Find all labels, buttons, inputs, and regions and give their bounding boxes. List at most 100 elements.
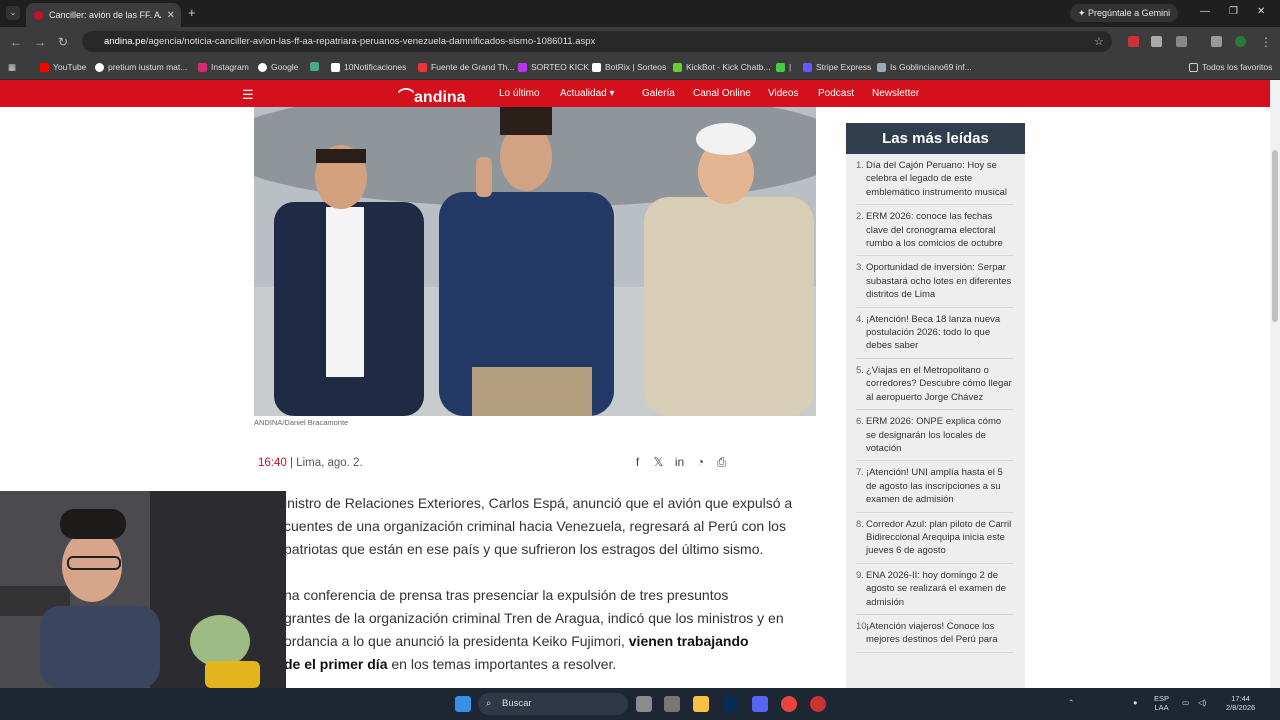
flipboard-icon xyxy=(418,62,427,72)
address-bar-row: ← → ↻ andina.pe/agencia/noticia-cancille… xyxy=(0,27,1280,56)
most-read-item[interactable]: 10. ¡Atención viajeros! Conoce los mejore… xyxy=(856,615,1013,653)
profile-avatar-icon[interactable] xyxy=(1235,36,1246,47)
back-icon[interactable]: ← xyxy=(10,35,22,49)
most-read-item[interactable]: 2. ERM 2026: conoce las fechas clave del … xyxy=(856,205,1013,257)
item-number: 2. xyxy=(856,211,864,223)
bookmark-pretium[interactable]: pretium iustum mat... xyxy=(95,62,187,72)
discord-icon[interactable] xyxy=(752,696,768,712)
paragraph-text: ordancia a lo que anunció la presidenta … xyxy=(284,633,625,649)
hamburger-menu-icon[interactable]: ☰ xyxy=(242,87,254,103)
extensions-puzzle-icon[interactable] xyxy=(1176,36,1187,47)
tab-search-icon[interactable]: ⌄ xyxy=(6,6,20,20)
nav-videos[interactable]: Videos xyxy=(768,88,798,99)
most-read-item[interactable]: 8. Corredor Azul: plan piloto de Carril B… xyxy=(856,513,1013,564)
task-view-icon[interactable] xyxy=(636,696,652,712)
bookmark-botrix[interactable]: BotRix | Sorteos xyxy=(592,62,666,72)
app-icon[interactable] xyxy=(810,696,826,712)
linkedin-icon[interactable]: in xyxy=(672,455,687,470)
bookmark-google[interactable]: Google xyxy=(258,62,298,72)
clock[interactable]: 17:44 2/8/2026 xyxy=(1226,694,1255,712)
network-icon[interactable]: ▭ xyxy=(1182,698,1189,707)
nav-podcast[interactable]: Podcast xyxy=(818,88,854,99)
bookmark-notificaciones[interactable]: 10Notificaciones xyxy=(331,62,406,72)
bookmark-youtube[interactable]: YouTube xyxy=(40,62,86,72)
taskbar-search[interactable]: ⌕ Buscar xyxy=(478,693,628,715)
item-link[interactable]: ¡Atención viajeros! Conoce los mejores d… xyxy=(866,621,998,645)
browser-tab[interactable]: Canciller: avión de las FF. AA. re ✕ xyxy=(26,3,181,27)
page-scrollbar[interactable] xyxy=(1270,80,1280,688)
minimize-icon[interactable]: — xyxy=(1200,6,1210,17)
menu-dots-icon[interactable]: ⋮ xyxy=(1260,35,1272,49)
item-link[interactable]: ERM 2026: conoce las fechas clave del cr… xyxy=(866,211,1003,249)
bookmark-instagram[interactable]: Instagram xyxy=(198,62,249,72)
item-link[interactable]: Corredor Azul: plan piloto de Carril Bid… xyxy=(866,519,1011,557)
item-link[interactable]: ERM 2026: ONPE explica cómo se designará… xyxy=(866,416,1001,454)
reload-icon[interactable]: ↻ xyxy=(58,35,68,49)
print-icon[interactable]: ⎙ xyxy=(714,455,729,470)
all-bookmarks-folder[interactable]: Todos los favoritos xyxy=(1189,62,1272,72)
facebook-icon[interactable]: f xyxy=(630,455,645,470)
tray-chevron-icon[interactable]: ⌃ xyxy=(1068,698,1074,707)
nav-canal-online[interactable]: Canal Online xyxy=(693,88,751,99)
photoshop-icon[interactable] xyxy=(722,696,738,712)
article-photo xyxy=(254,107,816,416)
most-read-item[interactable]: 4. ¡Atención! Beca 18 lanza nueva postula… xyxy=(856,308,1013,359)
tab-strip: ⌄ Canciller: avión de las FF. AA. re ✕ +… xyxy=(0,0,1280,27)
item-link[interactable]: Oportunidad de inversión: Serpar subasta… xyxy=(866,262,1011,300)
forward-icon[interactable]: → xyxy=(34,35,46,49)
bookmark-extension[interactable] xyxy=(310,62,323,71)
apps-grid-icon[interactable]: ▦ xyxy=(8,62,16,73)
item-link[interactable]: ¡Atención! Beca 18 lanza nueva postulaci… xyxy=(866,314,1000,352)
app-icon[interactable] xyxy=(664,696,680,712)
volume-icon[interactable]: ◁) xyxy=(1198,698,1206,707)
most-read-item[interactable]: 1. Día del Cajón Peruano: Hoy se celebra … xyxy=(856,154,1013,206)
nav-galeria[interactable]: Galería xyxy=(642,88,675,99)
most-read-item[interactable]: 9. ENA 2026-II: hoy domingo 2 de agosto s… xyxy=(856,564,1013,615)
scrollbar-thumb[interactable] xyxy=(1272,150,1278,322)
language-indicator[interactable]: ESP LAA xyxy=(1154,694,1169,712)
file-explorer-icon[interactable] xyxy=(693,696,709,712)
article-location-date: | Lima, ago. 2. xyxy=(289,457,363,469)
microphone-icon[interactable]: ● xyxy=(1133,698,1138,707)
bookmark-kickbot[interactable]: KickBot - Kick Chatb... xyxy=(673,62,771,72)
url-field[interactable]: andina.pe/agencia/noticia-canciller-avio… xyxy=(82,31,1112,52)
bookmark-extra[interactable]: | xyxy=(776,62,791,72)
most-read-item[interactable]: 6. ERM 2026: ONPE explica cómo se designa… xyxy=(856,410,1013,462)
close-tab-icon[interactable]: ✕ xyxy=(167,10,175,21)
new-tab-icon[interactable]: + xyxy=(188,5,196,20)
site-navbar: ☰ ⌒andina Lo último Actualidad ▾ Galería… xyxy=(0,80,1270,107)
bookmark-sorteo-kick[interactable]: SORTEO KICK xyxy=(518,62,589,72)
andina-logo[interactable]: ⌒andina xyxy=(398,83,466,107)
item-link[interactable]: Día del Cajón Peruano: Hoy se celebra el… xyxy=(866,160,1007,198)
nav-newsletter[interactable]: Newsletter xyxy=(872,88,919,99)
restore-icon[interactable]: ❐ xyxy=(1229,6,1238,17)
extension-icon[interactable] xyxy=(1151,36,1162,47)
bookmark-stripe[interactable]: Stripe Express xyxy=(803,62,871,72)
bookmark-star-icon[interactable]: ☆ xyxy=(1094,35,1104,48)
chrome-icon[interactable] xyxy=(781,696,797,712)
item-link[interactable]: ¿Viajas en el Metropolitano o corredores… xyxy=(866,365,1012,403)
most-read-item[interactable]: 7. ¡Atención! UNI amplía hasta el 5 de ag… xyxy=(856,461,1013,513)
windows-start-icon[interactable] xyxy=(455,696,471,712)
windows-taskbar: ⌕ Buscar ⌃ ● ESP LAA ▭ ◁) 17:44 2/8/2026 xyxy=(0,688,1280,720)
clock-date: 2/8/2026 xyxy=(1226,703,1256,712)
bookmark-grand-theft[interactable]: Fuente de Grand Th... xyxy=(418,62,514,72)
nav-lo-ultimo[interactable]: Lo último xyxy=(499,88,540,99)
bookmark-goblinciano[interactable]: Is Goblinciano69 inf... xyxy=(877,62,972,72)
item-number: 10. xyxy=(856,620,870,632)
close-window-icon[interactable]: ✕ xyxy=(1257,6,1265,17)
gemini-label: Pregúntale a Gemini xyxy=(1088,8,1171,18)
nav-actualidad[interactable]: Actualidad ▾ xyxy=(560,88,615,99)
x-share-icon[interactable]: 𝕏 xyxy=(651,455,666,470)
item-link[interactable]: ¡Atención! UNI amplía hasta el 5 de agos… xyxy=(866,467,1003,505)
caret-down-icon: ▾ xyxy=(609,88,615,99)
webcam-overlay xyxy=(0,491,286,688)
most-read-item[interactable]: 3. Oportunidad de inversión: Serpar subas… xyxy=(856,256,1013,308)
item-link[interactable]: ENA 2026-II: hoy domingo 2 de agosto se … xyxy=(866,570,1006,608)
whatsapp-icon[interactable]: ◔ xyxy=(693,455,708,470)
extension-icon[interactable] xyxy=(1128,36,1139,47)
media-icon[interactable] xyxy=(1211,36,1222,47)
share-bar: f 𝕏 in ◔ ⎙ xyxy=(630,455,729,470)
most-read-item[interactable]: 5. ¿Viajas en el Metropolitano o corredor… xyxy=(856,359,1013,411)
gemini-button[interactable]: ✦ Pregúntale a Gemini xyxy=(1070,4,1179,22)
